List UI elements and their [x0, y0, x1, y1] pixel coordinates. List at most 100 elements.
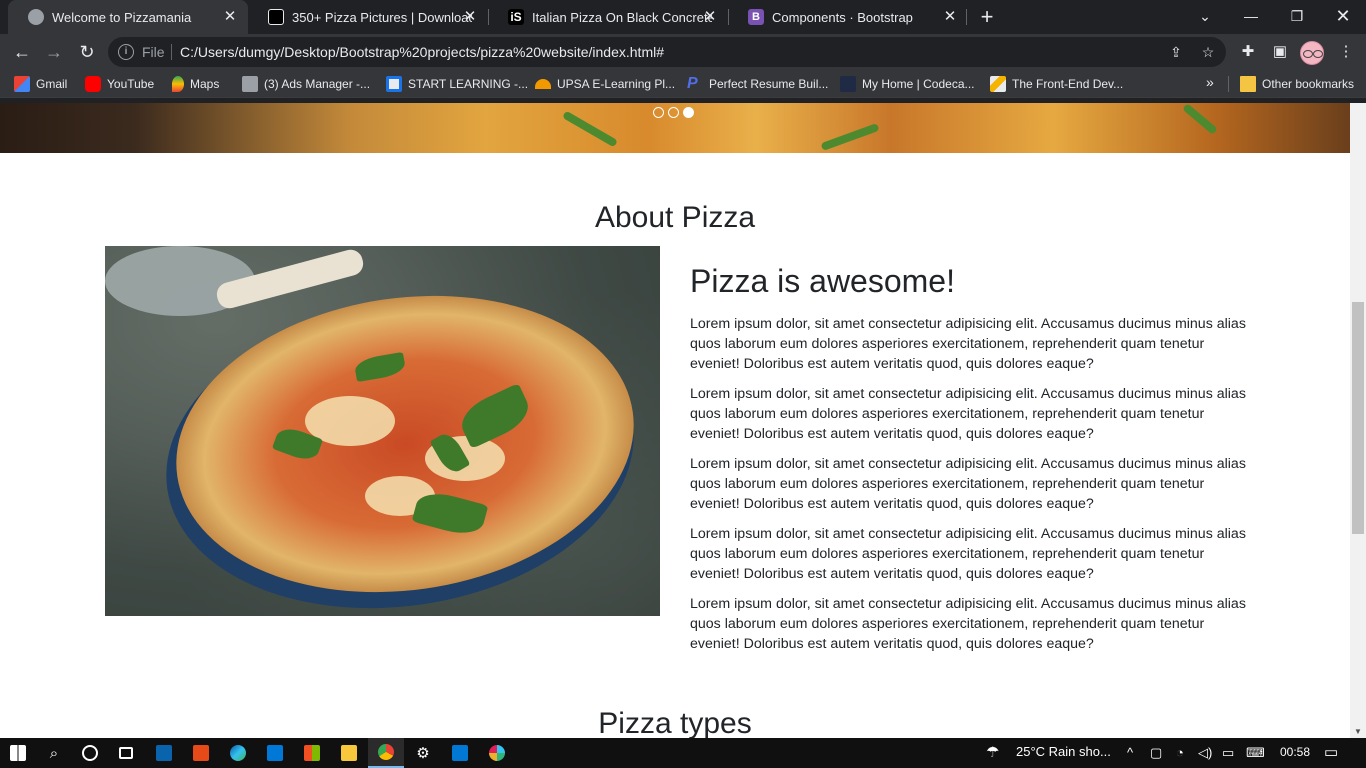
bookmark-label: Maps [190, 77, 220, 91]
bookmark-label: My Home | Codeca... [862, 77, 975, 91]
bookmark-gmail[interactable]: Gmail [14, 74, 67, 94]
bookmark-perfect-resume[interactable]: P Perfect Resume Buil... [687, 74, 828, 94]
bookmark-codecademy[interactable]: My Home | Codeca... [840, 74, 975, 94]
tab-search-chevron-icon[interactable]: ⌄ [1182, 0, 1228, 34]
scrollbar-thumb[interactable] [1352, 302, 1364, 534]
search-button[interactable]: ⌕ [36, 738, 72, 768]
bookmark-star-icon[interactable]: ☆ [1198, 42, 1218, 62]
notifications-icon[interactable]: ▭ [1324, 743, 1338, 761]
taskbar-store-app[interactable] [294, 738, 330, 768]
taskbar-office[interactable] [183, 738, 219, 768]
bootstrap-icon: B [748, 9, 764, 25]
about-content: Pizza is awesome! Lorem ipsum dolor, sit… [690, 263, 1250, 664]
bookmark-maps[interactable]: Maps [172, 74, 219, 94]
scroll-down-arrow-icon[interactable]: ▼ [1353, 727, 1363, 736]
extensions-puzzle-icon[interactable]: ✚ [1236, 40, 1260, 64]
ads-manager-icon [242, 76, 258, 92]
carousel-indicators [653, 107, 694, 118]
tab-italian-pizza[interactable]: iS Italian Pizza On Black Concrete B ✕ [488, 0, 728, 34]
bookmark-label: Gmail [36, 77, 68, 91]
close-icon[interactable]: ✕ [222, 9, 238, 25]
keyboard-icon[interactable]: ⌨ [1246, 745, 1265, 761]
close-icon[interactable]: ✕ [942, 9, 958, 25]
tab-pizza-pictures[interactable]: 350+ Pizza Pictures | Download F ✕ [248, 0, 488, 34]
about-heading: Pizza is awesome! [690, 263, 955, 299]
address-bar[interactable]: i File C:/Users/dumgy/Desktop/Bootstrap%… [108, 37, 1226, 67]
taskbar-vscode[interactable] [442, 738, 478, 768]
store-bag-icon [304, 745, 320, 761]
bookmark-label: START LEARNING -... [408, 77, 529, 91]
hero-image-detail [562, 110, 618, 148]
carousel-indicator[interactable] [653, 107, 664, 118]
youtube-icon [85, 76, 101, 92]
task-view-button[interactable] [108, 738, 144, 768]
task-view-icon [119, 747, 133, 759]
carousel-indicator[interactable] [668, 107, 679, 118]
chevron-up-icon[interactable]: ^ [1127, 745, 1133, 760]
weather-text[interactable]: 25°C Rain sho... [1016, 744, 1111, 759]
taskbar-file-explorer[interactable] [331, 738, 367, 768]
side-panel-icon[interactable]: ▣ [1268, 40, 1292, 64]
istock-icon: iS [508, 9, 524, 25]
folder-icon [341, 745, 357, 761]
slack-icon [489, 745, 505, 761]
restore-icon[interactable]: ❐ [1274, 0, 1320, 34]
hero-image-detail [1182, 103, 1218, 135]
volume-icon[interactable]: ◁) [1198, 745, 1212, 761]
battery-icon[interactable]: ▭ [1222, 745, 1234, 761]
about-paragraph: Lorem ipsum dolor, sit amet consectetur … [690, 596, 1246, 652]
carousel-indicator-active[interactable] [683, 107, 694, 118]
bookmarks-bar: Gmail YouTube Maps (3) Ads Manager -... … [0, 70, 1366, 98]
tab-divider [966, 9, 967, 25]
windows-logo-icon [10, 745, 26, 761]
bookmark-start-learning[interactable]: START LEARNING -... [386, 74, 528, 94]
close-icon[interactable]: ✕ [702, 9, 718, 25]
search-icon: ⌕ [49, 744, 59, 762]
weather-icon[interactable]: ☂ [986, 743, 999, 761]
resume-icon: P [687, 75, 698, 92]
bookmark-ads-manager[interactable]: (3) Ads Manager -... [242, 74, 370, 94]
taskbar-store[interactable] [257, 738, 293, 768]
tab-welcome-pizzamania[interactable]: Welcome to Pizzamania ✕ [8, 0, 248, 34]
other-bookmarks[interactable]: Other bookmarks [1240, 74, 1354, 94]
page-viewport: About Pizza Pizza is awesome! Lorem ipsu… [0, 103, 1350, 738]
url-text[interactable]: C:/Users/dumgy/Desktop/Bootstrap%20proje… [180, 44, 664, 60]
taskbar-slack[interactable] [479, 738, 515, 768]
tab-bootstrap-components[interactable]: B Components · Bootstrap ✕ [728, 0, 968, 34]
pizza-types-title: Pizza types [598, 707, 752, 738]
menu-kebab-icon[interactable]: ⋮ [1334, 40, 1358, 64]
profile-avatar-icon[interactable] [1300, 41, 1324, 65]
tab-strip: Welcome to Pizzamania ✕ 350+ Pizza Pictu… [0, 0, 1366, 34]
meet-now-icon[interactable]: ▢ [1150, 745, 1162, 761]
taskbar-edge[interactable] [220, 738, 256, 768]
browser-window: Welcome to Pizzamania ✕ 350+ Pizza Pictu… [0, 0, 1366, 103]
start-learning-icon [386, 76, 402, 92]
about-paragraph: Lorem ipsum dolor, sit amet consectetur … [690, 386, 1246, 442]
info-icon[interactable]: i [118, 44, 134, 60]
page-scrollbar[interactable]: ▼ [1350, 103, 1366, 738]
wifi-icon[interactable]: ◔ [1176, 745, 1184, 760]
windows-taskbar: ⌕ ⚙ ☂ 25°C Rain sho... ^ ▢ ◔ ◁) ▭ ⌨ 00:5… [0, 738, 1366, 768]
reload-icon[interactable]: ↻ [75, 40, 99, 64]
bookmark-upsa-elearning[interactable]: UPSA E-Learning Pl... [535, 74, 675, 94]
gmail-icon [14, 76, 30, 92]
cortana-button[interactable] [72, 738, 108, 768]
bookmark-frontend-dev[interactable]: The Front-End Dev... [990, 74, 1123, 94]
bookmark-label: (3) Ads Manager -... [264, 77, 371, 91]
clock-time[interactable]: 00:58 [1280, 745, 1310, 759]
taskbar-mail[interactable] [146, 738, 182, 768]
taskbar-settings[interactable]: ⚙ [405, 738, 441, 768]
bookmark-youtube[interactable]: YouTube [85, 74, 154, 94]
office-icon [193, 745, 209, 761]
new-tab-button[interactable]: + [976, 6, 998, 28]
back-arrow-icon[interactable]: ← [10, 40, 34, 64]
close-icon[interactable]: ✕ [462, 9, 478, 25]
bookmarks-overflow-button[interactable]: » [1206, 74, 1214, 90]
vscode-icon [452, 745, 468, 761]
minimize-icon[interactable]: — [1228, 0, 1274, 34]
window-close-icon[interactable]: ✕ [1320, 0, 1366, 34]
taskbar-chrome[interactable] [368, 738, 404, 768]
share-icon[interactable]: ⇪ [1166, 42, 1186, 62]
start-button[interactable] [0, 738, 36, 768]
forward-arrow-icon[interactable]: → [42, 40, 66, 64]
